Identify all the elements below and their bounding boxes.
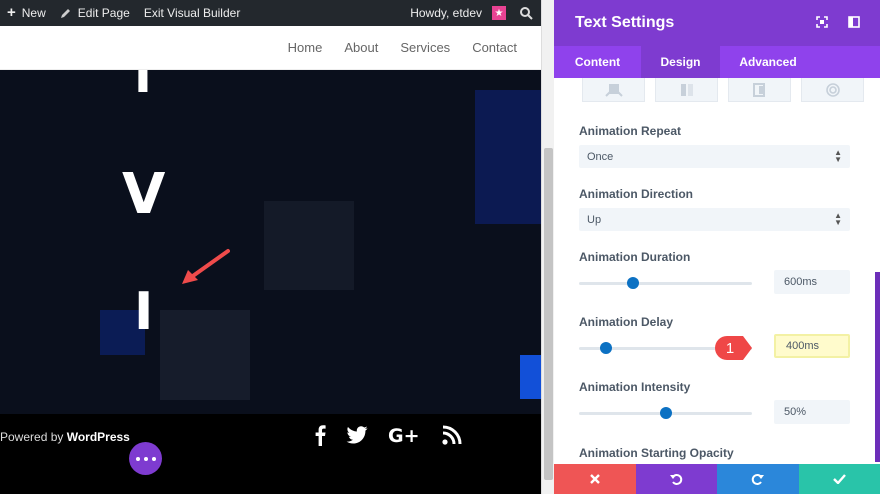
twitter-icon[interactable] — [346, 426, 368, 444]
page-scrollbar[interactable] — [541, 0, 554, 494]
decor-block — [520, 355, 541, 399]
admin-bar: + New Edit Page Exit Visual Builder Howd… — [0, 0, 541, 26]
nav-item-home[interactable]: Home — [288, 40, 323, 55]
animation-duration-slider-handle[interactable] — [627, 277, 639, 289]
panel-body: Animation Repeat Once ▲ ▼ Animation Direc… — [554, 78, 880, 464]
page-scrollbar-thumb[interactable] — [544, 148, 553, 480]
undo-button[interactable] — [635, 464, 717, 494]
animation-roll-option[interactable] — [801, 78, 864, 102]
undo-icon — [669, 473, 682, 485]
animation-repeat-select[interactable]: Once ▲ ▼ — [579, 145, 850, 168]
screen: + New Edit Page Exit Visual Builder Howd… — [0, 0, 880, 494]
animation-flip-option[interactable] — [655, 78, 718, 102]
split-view-icon[interactable] — [848, 16, 860, 28]
panel-title: Text Settings — [575, 14, 675, 31]
flip-animation-icon — [680, 83, 693, 96]
tab-design[interactable]: Design — [641, 46, 720, 78]
powered-brand-link[interactable]: WordPress — [67, 430, 130, 444]
roll-animation-icon — [825, 82, 840, 97]
builder-menu-button[interactable] — [129, 442, 162, 475]
pencil-icon — [60, 9, 70, 18]
animation-delay-input[interactable]: 400ms — [774, 334, 850, 358]
animation-duration-slider[interactable] — [579, 282, 752, 285]
nav-item-contact[interactable]: Contact — [472, 40, 517, 55]
animated-letter: I — [134, 70, 152, 104]
settings-panel: Text Settings Content Design Advanced An… — [554, 0, 880, 494]
animation-intensity-input[interactable]: 50% — [774, 400, 850, 424]
checkmark-icon — [832, 474, 846, 484]
howdy-user[interactable]: Howdy, etdev ★ — [403, 0, 513, 26]
select-caret-icon: ▲ ▼ — [834, 148, 842, 164]
discard-button[interactable] — [554, 464, 636, 494]
animation-repeat-label: Animation Repeat — [579, 124, 682, 138]
plus-icon: + — [7, 4, 16, 21]
social-icons: G+ — [314, 424, 462, 446]
svg-text:G+: G+ — [388, 425, 420, 445]
site-footer: Powered by WordPress G+ — [0, 414, 541, 494]
animation-intensity-label: Animation Intensity — [579, 380, 691, 394]
dot — [151, 456, 156, 461]
exit-visual-builder-button[interactable]: Exit Visual Builder — [137, 0, 248, 26]
powered-prefix: Powered by — [0, 430, 67, 444]
close-icon — [589, 474, 600, 484]
animation-fold-option[interactable] — [728, 78, 791, 102]
save-button[interactable] — [798, 464, 880, 494]
animation-delay-slider-handle[interactable] — [600, 342, 612, 354]
redo-icon — [752, 473, 765, 485]
panel-scrollbar[interactable] — [875, 272, 880, 462]
dot — [143, 456, 148, 461]
fold-animation-icon — [752, 82, 765, 97]
rss-icon[interactable] — [442, 425, 462, 445]
animation-duration-input[interactable]: 600ms — [774, 270, 850, 294]
pointer-arrow-icon — [182, 249, 230, 284]
animated-letter: I — [134, 282, 154, 342]
zoom-animation-icon — [604, 83, 623, 97]
exit-visual-builder-label: Exit Visual Builder — [143, 6, 241, 20]
decor-block — [264, 201, 354, 290]
howdy-label: Howdy, etdev — [410, 6, 482, 20]
hero-section[interactable]: I V I — [0, 70, 541, 414]
search-button[interactable] — [513, 0, 541, 26]
search-icon — [520, 6, 533, 20]
nav-item-services[interactable]: Services — [400, 40, 450, 55]
avatar: ★ — [492, 6, 506, 20]
animation-repeat-value: Once — [587, 150, 614, 163]
edit-page-label: Edit Page — [77, 6, 130, 20]
redo-button[interactable] — [717, 464, 799, 494]
tab-content[interactable]: Content — [554, 46, 641, 78]
main-nav: Home About Services Contact — [288, 40, 517, 55]
animation-starting-opacity-label: Animation Starting Opacity — [579, 446, 734, 460]
animation-zoom-option[interactable] — [582, 78, 645, 102]
animation-direction-label: Animation Direction — [579, 187, 694, 201]
fullscreen-icon[interactable] — [816, 16, 828, 28]
animated-letter: V — [122, 162, 166, 227]
google-plus-icon[interactable]: G+ — [388, 425, 422, 445]
animation-duration-label: Animation Duration — [579, 250, 691, 264]
callout-marker: 1 — [715, 336, 752, 360]
panel-header[interactable]: Text Settings — [554, 0, 880, 46]
edit-page-button[interactable]: Edit Page — [53, 0, 137, 26]
select-caret-icon: ▲ ▼ — [834, 211, 842, 227]
dot — [135, 456, 140, 461]
panel-action-bar — [554, 464, 880, 494]
powered-by: Powered by WordPress — [0, 430, 130, 444]
animation-direction-value: Up — [587, 213, 602, 226]
new-label: New — [21, 6, 46, 20]
decor-block — [475, 90, 541, 224]
decor-block — [160, 310, 250, 400]
new-button[interactable]: + New — [0, 0, 53, 26]
tab-advanced[interactable]: Advanced — [720, 46, 816, 78]
panel-tabs: Content Design Advanced — [554, 46, 880, 78]
animation-direction-select[interactable]: Up ▲ ▼ — [579, 208, 850, 231]
site-header: Home About Services Contact — [0, 26, 541, 70]
nav-item-about[interactable]: About — [344, 40, 378, 55]
animation-delay-label: Animation Delay — [579, 315, 674, 329]
animation-intensity-slider-handle[interactable] — [660, 407, 672, 419]
animation-style-options — [582, 78, 864, 102]
facebook-icon[interactable] — [314, 424, 326, 446]
callout-number: 1 — [726, 340, 734, 357]
